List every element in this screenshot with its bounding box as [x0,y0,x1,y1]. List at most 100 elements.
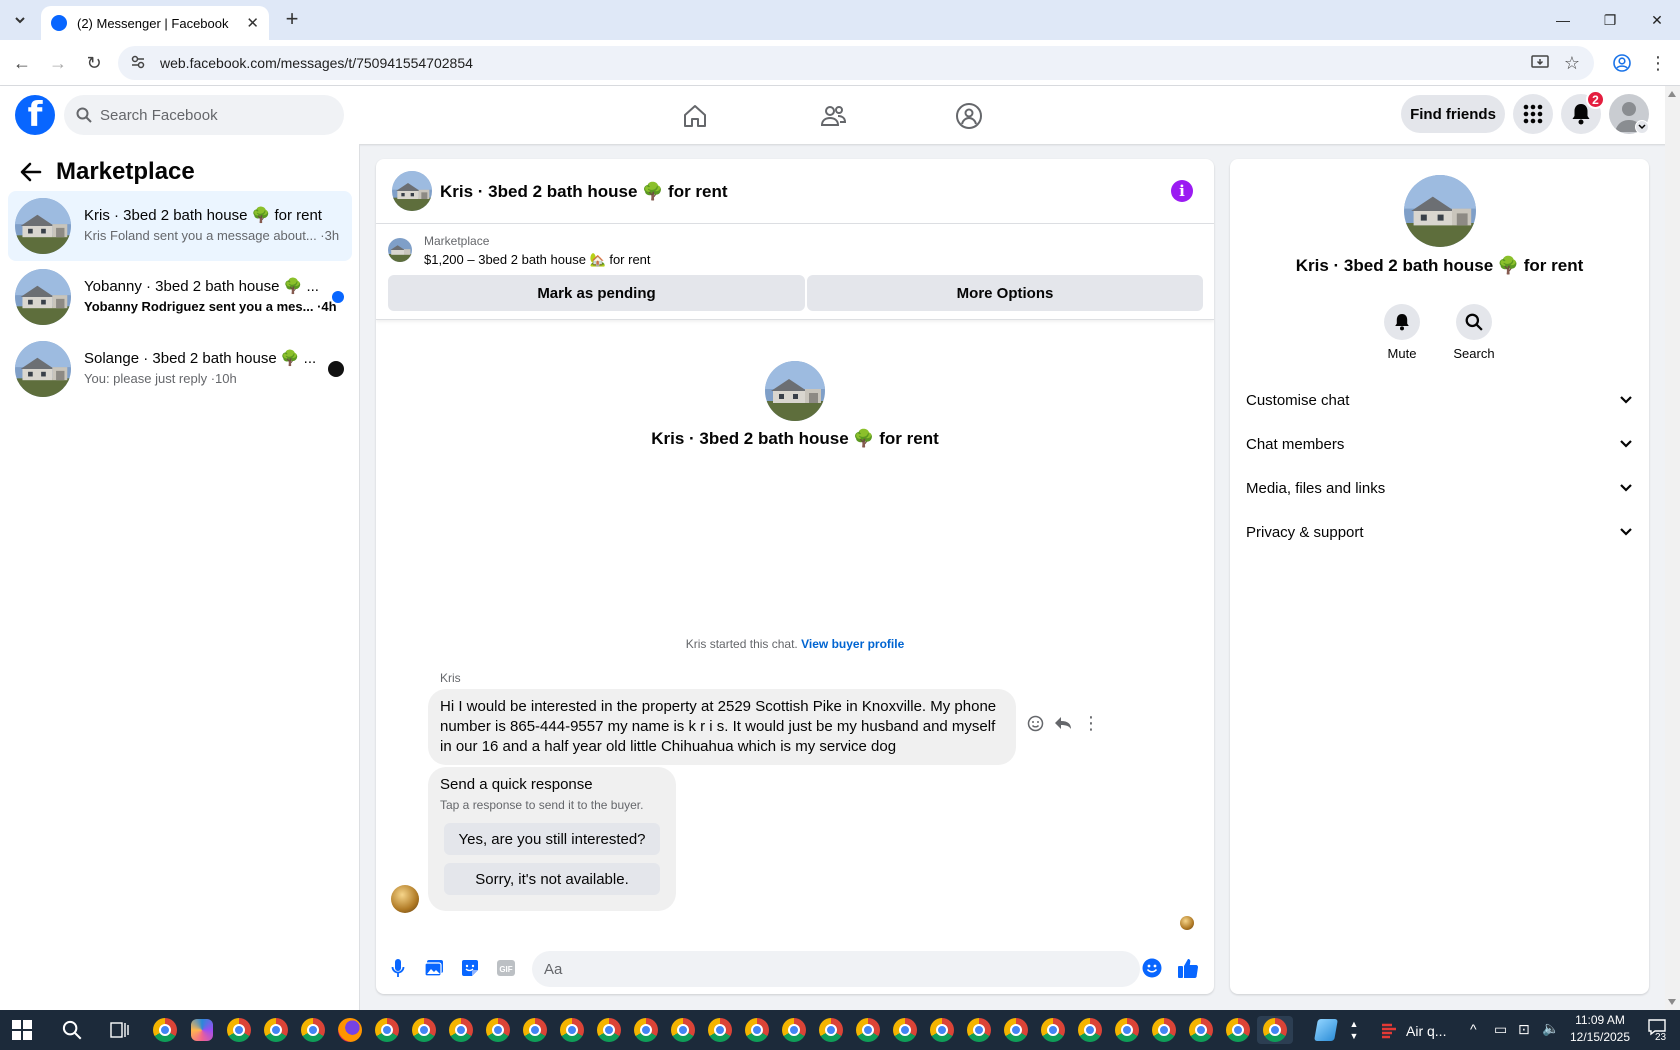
account-chevron-icon[interactable] [1635,120,1649,134]
conversation-item-yobanny[interactable]: Yobanny · 3bed 2 bath house 🌳 ... Yobann… [8,262,352,332]
chrome-app-icon[interactable] [1150,1016,1178,1044]
more-actions-icon[interactable]: ⋮ [1080,712,1102,734]
facebook-search-input[interactable]: Search Facebook [64,95,344,135]
chrome-app-icon[interactable] [151,1016,179,1044]
weather-widget-text[interactable]: Air q... [1406,1023,1446,1039]
chrome-app-icon[interactable] [521,1016,549,1044]
chrome-app-icon[interactable] [1002,1016,1030,1044]
chat-avatar[interactable] [392,171,432,211]
air-quality-icon[interactable] [1375,1016,1403,1044]
chrome-app-icon[interactable] [1187,1016,1215,1044]
chrome-app-icon[interactable] [632,1016,660,1044]
meet-now-icon[interactable]: ▭ [1494,1021,1507,1038]
chrome-app-icon-active[interactable] [1257,1016,1293,1044]
message-input[interactable]: Aa [532,951,1140,987]
find-friends-button[interactable]: Find friends [1401,95,1505,133]
chrome-app-icon[interactable] [743,1016,771,1044]
chrome-app-icon[interactable] [891,1016,919,1044]
attach-photo-icon[interactable] [422,956,446,980]
conversation-item-kris[interactable]: Kris · 3bed 2 bath house 🌳 for rent Kris… [8,191,352,261]
home-nav-icon[interactable] [673,94,717,138]
back-arrow-icon[interactable] [20,162,42,182]
facebook-logo-icon[interactable]: f [15,95,55,135]
notepad-app-icon[interactable] [1312,1016,1340,1044]
view-buyer-profile-link[interactable]: View buyer profile [801,637,904,651]
chrome-app-icon[interactable] [299,1016,327,1044]
like-thumbs-up-icon[interactable] [1176,956,1200,980]
mark-as-pending-button[interactable]: Mark as pending [388,275,805,311]
chrome-app-icon[interactable] [965,1016,993,1044]
listing-thumbnail[interactable] [388,238,412,262]
chrome-app-icon[interactable] [817,1016,845,1044]
chrome-app-icon[interactable] [484,1016,512,1044]
quick-response-still-interested-button[interactable]: Yes, are you still interested? [444,823,660,855]
menu-grid-icon[interactable] [1513,94,1553,134]
voice-clip-icon[interactable] [386,956,410,980]
address-bar[interactable]: web.facebook.com/messages/t/750941554702… [118,46,1594,80]
reload-icon[interactable]: ↻ [82,51,106,75]
chrome-profile-icon[interactable] [1612,53,1632,73]
taskbar-overflow-arrows-icon[interactable]: ▲ ▼ [1348,1018,1360,1044]
chrome-app-icon[interactable] [780,1016,808,1044]
tab-search-menu-icon[interactable] [8,8,32,32]
friends-nav-icon[interactable] [811,94,855,138]
search-in-conversation-button[interactable]: Search [1439,304,1509,361]
mute-button[interactable]: Mute [1367,304,1437,361]
chrome-app-icon[interactable] [928,1016,956,1044]
browser-tab-messenger[interactable]: (2) Messenger | Facebook ✕ [41,6,269,40]
new-tab-button[interactable]: + [280,8,304,32]
quick-response-not-available-button[interactable]: Sorry, it's not available. [444,863,660,895]
groups-nav-icon[interactable] [947,94,991,138]
chat-title[interactable]: Kris · 3bed 2 bath house 🌳 for rent [440,182,728,202]
firefox-app-icon[interactable] [336,1016,364,1044]
chrome-app-icon[interactable] [1224,1016,1252,1044]
chrome-app-icon[interactable] [262,1016,290,1044]
chrome-menu-icon[interactable]: ⋮ [1648,53,1668,73]
chrome-app-icon[interactable] [1039,1016,1067,1044]
emoji-picker-icon[interactable] [1140,956,1164,980]
chrome-app-icon[interactable] [1113,1016,1141,1044]
chrome-app-icon[interactable] [1076,1016,1104,1044]
reply-arrow-icon[interactable] [1052,712,1074,734]
back-arrow-icon[interactable]: ← [10,51,34,75]
task-view-icon[interactable] [106,1016,134,1044]
chrome-app-icon[interactable] [595,1016,623,1044]
customise-chat-section[interactable]: Customise chat [1238,380,1641,420]
minimize-window-icon[interactable]: — [1540,0,1586,40]
chat-members-section[interactable]: Chat members [1238,424,1641,464]
forward-arrow-icon[interactable]: → [46,51,70,75]
restore-window-icon[interactable]: ❐ [1587,0,1633,40]
gif-icon[interactable]: GIF [494,956,518,980]
privacy-support-section[interactable]: Privacy & support [1238,512,1641,552]
network-icon[interactable]: ⊡ [1518,1021,1530,1038]
more-options-button[interactable]: More Options [807,275,1203,311]
tab-close-icon[interactable]: ✕ [246,14,259,32]
install-app-icon[interactable] [1530,53,1550,73]
media-files-links-section[interactable]: Media, files and links [1238,468,1641,508]
scroll-up-arrow-icon[interactable] [1668,91,1676,97]
chrome-app-icon[interactable] [447,1016,475,1044]
page-scrollbar[interactable] [1665,86,1680,1010]
taskbar-clock[interactable]: 11:09 AM 12/15/2025 [1562,1013,1638,1044]
volume-icon[interactable]: 🔈 [1542,1020,1559,1037]
copilot-app-icon[interactable] [188,1016,216,1044]
chrome-app-icon[interactable] [669,1016,697,1044]
sender-avatar[interactable] [391,885,419,913]
chrome-app-icon[interactable] [225,1016,253,1044]
chrome-app-icon[interactable] [373,1016,401,1044]
windows-start-icon[interactable] [8,1016,36,1044]
conversation-item-solange[interactable]: Solange · 3bed 2 bath house 🌳 ... You: p… [8,334,352,404]
taskbar-search-icon[interactable] [58,1016,86,1044]
sticker-icon[interactable] [458,956,482,980]
incoming-message-bubble[interactable]: Hi I would be interested in the property… [428,689,1016,765]
listing-price-title[interactable]: $1,200 – 3bed 2 bath house 🏡 for rent [424,252,651,268]
close-window-icon[interactable]: ✕ [1634,0,1680,40]
conversation-info-icon[interactable]: i [1171,180,1193,202]
scroll-down-arrow-icon[interactable] [1668,999,1676,1005]
chrome-app-icon[interactable] [410,1016,438,1044]
show-hidden-icons-chevron-icon[interactable]: ^ [1470,1021,1477,1037]
chrome-app-icon[interactable] [854,1016,882,1044]
react-emoji-icon[interactable] [1024,712,1046,734]
bookmark-star-icon[interactable]: ☆ [1562,53,1582,73]
chrome-app-icon[interactable] [558,1016,586,1044]
